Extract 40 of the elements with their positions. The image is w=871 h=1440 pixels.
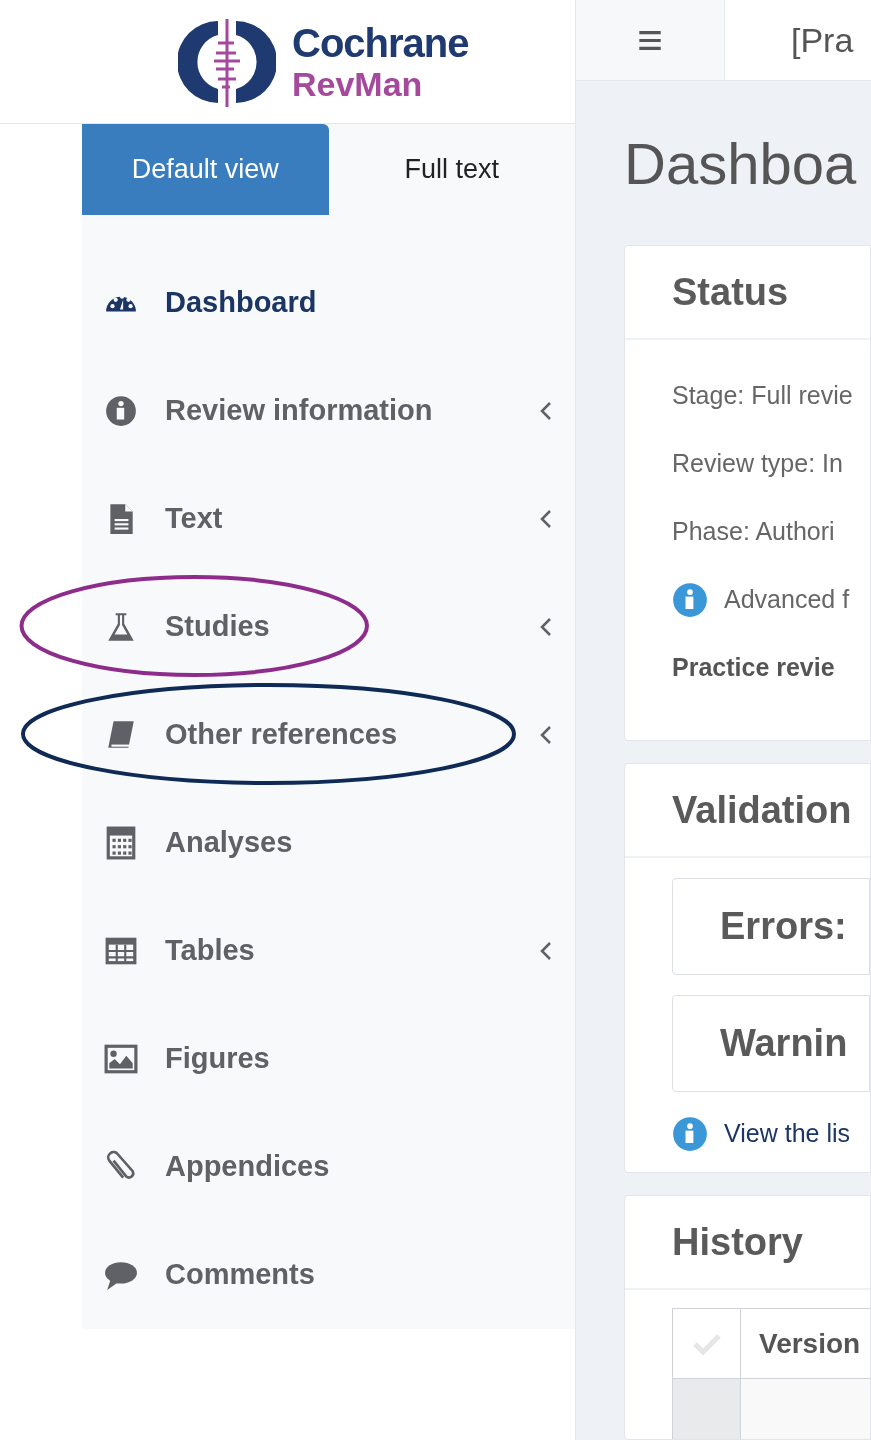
status-line: Practice revie (672, 652, 835, 684)
nav-item[interactable]: Dashboard (104, 281, 553, 325)
view-tab[interactable]: Full text (328, 124, 575, 215)
info-icon (672, 582, 708, 618)
info-text: View the lis (724, 1118, 850, 1150)
checkmark-icon[interactable] (691, 1331, 722, 1356)
card-title: Validation (672, 787, 852, 833)
chevron-left-icon[interactable] (539, 508, 553, 530)
image-icon (104, 1042, 138, 1076)
status-line: Phase: Authori (672, 516, 835, 548)
logo-product: RevMan (292, 66, 424, 101)
chevron-left-icon[interactable] (539, 616, 553, 638)
nav-item[interactable]: Analyses (104, 821, 553, 865)
chevron-left-icon[interactable] (539, 400, 553, 422)
column-header: Version (758, 1326, 862, 1361)
nav-item[interactable]: Studies (104, 605, 539, 649)
view-tab[interactable]: Default view (82, 124, 329, 215)
nav-item[interactable]: Comments (104, 1253, 553, 1297)
calculator-icon (104, 826, 138, 860)
card-title: Status (672, 269, 789, 315)
nav-item[interactable]: Appendices (104, 1145, 553, 1189)
chevron-left-icon[interactable] (539, 724, 553, 746)
card-title: History (672, 1219, 803, 1265)
info-icon (104, 394, 138, 428)
info-icon (672, 1116, 708, 1152)
info-text: Advanced f (724, 584, 850, 616)
count-label: Warnin (720, 1021, 848, 1066)
count-label: Errors: (720, 904, 847, 949)
nav-item[interactable]: Tables (104, 929, 539, 973)
review-title: [Pra (791, 19, 854, 61)
chevron-left-icon[interactable] (539, 940, 553, 962)
nav-item[interactable]: Other references (104, 713, 539, 757)
status-line: Stage: Full revie (672, 380, 853, 412)
menu-button[interactable]: ≡ (576, 0, 725, 80)
page-title: Dashboa (624, 129, 857, 198)
status-line: Review type: In (672, 448, 843, 480)
nav-item[interactable]: Review information (104, 389, 539, 433)
nav-item[interactable]: Text (104, 497, 539, 541)
logo-name: Cochrane (292, 22, 469, 63)
nav-item[interactable]: Figures (104, 1037, 553, 1081)
